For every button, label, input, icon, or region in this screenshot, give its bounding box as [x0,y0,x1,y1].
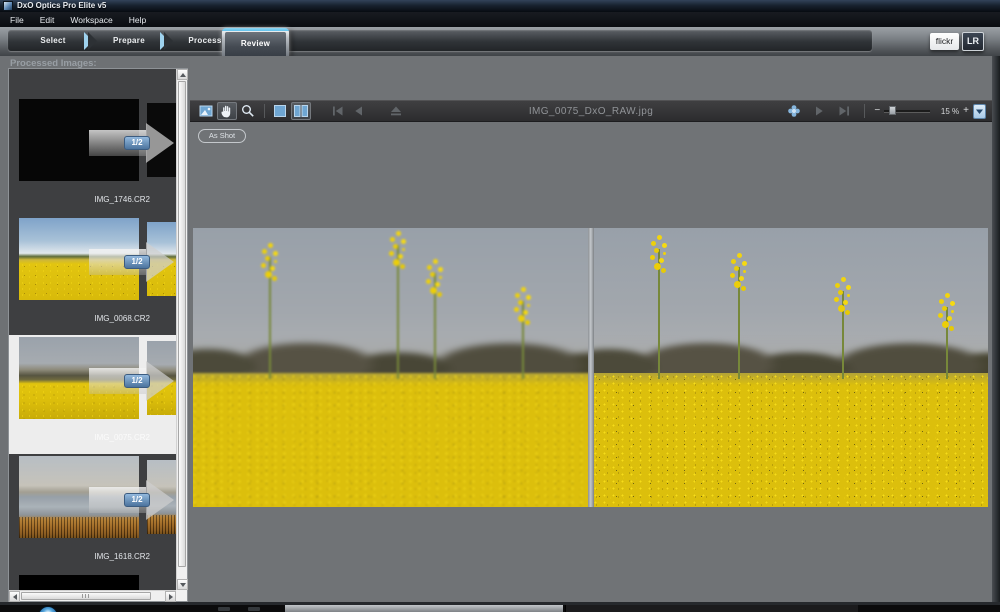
taskbar-window-button[interactable] [285,605,563,612]
compare-arrow-icon: 1/2 [87,123,176,163]
version-badge: 1/2 [124,255,150,269]
next-image-button[interactable] [809,102,829,120]
vertical-scroll-thumb[interactable] [178,81,186,567]
thumbnail-list: 1/2 IMG_1746.CR2 1/2 IMG_0068.CR2 [9,69,176,590]
rapeseed-field-region [594,373,988,507]
zoom-in-button[interactable]: + [963,106,969,116]
process-button[interactable] [784,102,804,120]
zoom-slider[interactable] [884,106,930,116]
compare-arrow-icon: 1/2 [87,361,176,401]
thumbnail-item-img-0068[interactable]: 1/2 IMG_0068.CR2 [9,216,176,335]
image-compare-stage[interactable] [190,56,992,605]
chevron-right-icon [158,32,176,50]
image-viewer-panel: IMG_0075_DxO_RAW.jpg [190,56,992,605]
workflow-tab-band: Select Prepare Process Review flickr LR [0,27,1000,56]
thumbnail-filename: IMG_0075.CR2 [94,433,150,442]
menu-workspace[interactable]: Workspace [64,15,122,25]
thumbnail-item-img-1746[interactable]: 1/2 IMG_1746.CR2 [9,97,176,216]
processed-images-panel: 1/2 IMG_1746.CR2 1/2 IMG_0068.CR2 [8,68,188,602]
zoom-preset-dropdown[interactable] [973,104,986,119]
tab-review-active[interactable]: Review [222,28,289,56]
tab-select[interactable]: Select [24,36,82,45]
process-flower-icon [786,103,802,119]
arrow-left-icon [13,594,17,600]
chevron-right-icon [82,32,100,50]
flickr-button[interactable]: flickr [930,33,959,50]
start-orb-icon[interactable] [38,606,58,612]
taskbar-window-button[interactable] [565,605,858,612]
taskbar-icon[interactable] [248,607,260,611]
menu-file[interactable]: File [4,15,34,25]
scroll-down-button[interactable] [177,579,188,590]
vertical-scrollbar[interactable] [176,69,187,590]
arrow-up-icon [180,73,186,77]
compare-arrow-icon: 1/2 [87,242,176,282]
thumbnail-filename: IMG_1618.CR2 [94,552,150,561]
application-window: DxO Optics Pro Elite v5 File Edit Worksp… [0,0,1000,612]
app-icon [3,1,13,11]
zoom-level-value: 15 % [934,107,959,116]
version-badge: 1/2 [124,493,150,507]
version-badge: 1/2 [124,136,150,150]
scroll-right-button[interactable] [165,591,176,602]
arrow-right-icon [169,594,173,600]
windows-taskbar[interactable] [0,605,1000,612]
zoom-out-button[interactable]: − [874,106,880,116]
lightroom-button[interactable]: LR [962,32,984,51]
thumbnail-item-partial[interactable] [9,573,176,590]
horizontal-scroll-thumb[interactable] [21,592,151,600]
viewer-zoom-controls: − 15 % + [784,102,986,120]
photo-corrected[interactable] [594,228,988,507]
menu-edit[interactable]: Edit [34,15,65,25]
rapeseed-field-region [193,373,588,507]
tab-prepare[interactable]: Prepare [100,36,158,45]
chevron-down-icon [975,108,984,115]
thumbnail-item-img-0075-selected[interactable]: 1/2 IMG_0075.CR2 [9,335,176,454]
zoom-slider-thumb[interactable] [889,106,896,115]
thumbnail-filename: IMG_0068.CR2 [94,314,150,323]
arrow-down-icon [180,583,186,587]
window-right-edge [992,56,1000,605]
thumbnail-item-img-1618[interactable]: 1/2 IMG_1618.CR2 [9,454,176,573]
version-badge: 1/2 [124,374,150,388]
menu-bar: File Edit Workspace Help [0,12,1000,27]
last-image-button[interactable] [834,102,854,120]
tab-review-label: Review [225,32,286,56]
thumbnail-filename: IMG_1746.CR2 [94,195,150,204]
title-bar[interactable]: DxO Optics Pro Elite v5 [0,0,1000,12]
scroll-left-button[interactable] [9,591,20,602]
taskbar-icon[interactable] [218,607,230,611]
thumbnail-large-preview [19,575,139,590]
next-icon [811,103,827,119]
workflow-tab-strip: Select Prepare Process [8,30,872,51]
menu-help[interactable]: Help [123,15,156,25]
compare-arrow-icon: 1/2 [87,480,176,520]
window-title: DxO Optics Pro Elite v5 [17,2,106,10]
skip-last-icon [836,103,852,119]
horizontal-scrollbar[interactable] [9,590,176,601]
scroll-up-button[interactable] [177,69,188,80]
photo-original[interactable] [193,228,588,507]
toolbar-divider [864,104,865,118]
